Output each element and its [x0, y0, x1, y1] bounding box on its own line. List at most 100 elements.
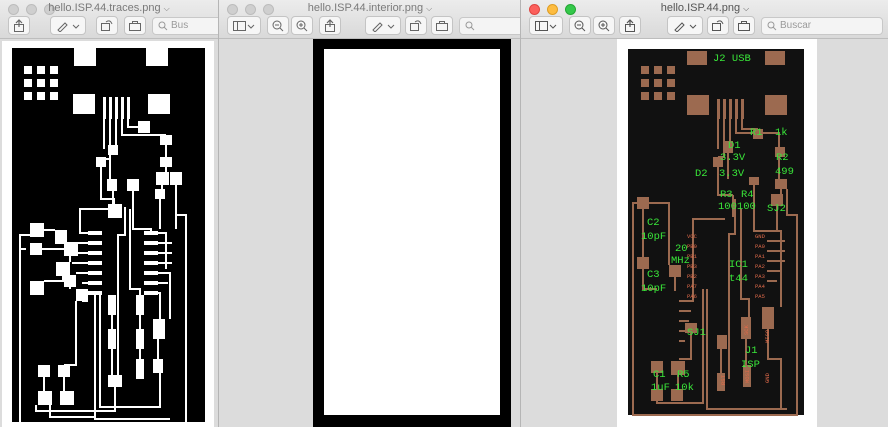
- search-icon: [465, 21, 475, 31]
- label-r1-value: 1k: [775, 127, 788, 139]
- label-c1: C1: [653, 369, 666, 381]
- search-input[interactable]: Bus: [152, 17, 218, 35]
- pin-label: VCC: [687, 233, 698, 240]
- label-r3-r4-value: 100100: [718, 201, 756, 213]
- label-ic1: IC1: [729, 259, 748, 271]
- zoom-in-icon: [296, 20, 308, 31]
- label-sj2: SJ2: [767, 203, 786, 215]
- image-area: [0, 39, 218, 427]
- label-d1: D1: [728, 140, 741, 152]
- share-button[interactable]: [319, 16, 341, 35]
- window-title[interactable]: hello.ISP.44.traces.png ⌵: [0, 2, 218, 14]
- pin-label: PB2: [687, 273, 697, 280]
- pin-label: MISO: [764, 329, 771, 343]
- pin-label: PA7: [687, 283, 697, 290]
- label-crystal: 20: [675, 243, 688, 255]
- toolbox-icon: [436, 20, 448, 31]
- label-c1-value: 1uF: [651, 382, 670, 394]
- sidebar-button[interactable]: [529, 16, 563, 35]
- label-j1-value: ISP: [741, 359, 760, 371]
- share-icon: [625, 19, 635, 32]
- titlebar: hello.ISP.44.traces.png ⌵ Bus: [0, 0, 218, 39]
- pin-label: PA2: [755, 263, 765, 270]
- rotate-button[interactable]: [707, 16, 729, 35]
- label-r4: R4: [741, 189, 754, 201]
- pin-label: SCK: [743, 324, 750, 335]
- zoom-in-icon: [598, 20, 610, 31]
- titlebar: hello.ISP.44.png ⌵ Buscar: [521, 0, 888, 39]
- label-ic1-value: t44: [729, 273, 748, 285]
- markup-button[interactable]: [365, 16, 401, 35]
- label-d1-value: 3.3V: [720, 152, 746, 164]
- zoom-out-button[interactable]: [267, 16, 289, 35]
- label-d2-value: 3.3V: [719, 168, 745, 180]
- interior-image: [313, 39, 511, 427]
- pin-label: RST: [720, 374, 727, 385]
- label-r5: R5: [677, 369, 690, 381]
- label-c2-value: 10pF: [641, 231, 666, 243]
- share-icon: [14, 19, 24, 32]
- zoom-out-button[interactable]: [569, 16, 591, 35]
- label-r1: R1: [750, 127, 763, 139]
- pin-label: PA4: [755, 283, 766, 290]
- zoom-out-icon: [272, 20, 284, 31]
- markup-button[interactable]: [667, 16, 703, 35]
- image-area: VCC PB0 PB1 PB3 PB2 PA7 PA6 GND PA0 PA1 …: [521, 39, 888, 427]
- toolbox-button[interactable]: [431, 16, 453, 35]
- pin-label: PA6: [687, 293, 697, 300]
- window-title[interactable]: hello.ISP.44.png ⌵: [521, 2, 888, 14]
- pen-icon: [57, 21, 80, 32]
- sidebar-icon: [535, 20, 557, 31]
- share-button[interactable]: [619, 16, 641, 35]
- label-c3: C3: [647, 269, 660, 281]
- search-input[interactable]: [459, 17, 521, 35]
- pin-label: PA0: [755, 243, 765, 250]
- share-button[interactable]: [8, 16, 30, 35]
- search-input[interactable]: Buscar: [761, 17, 883, 35]
- rotate-icon: [712, 20, 724, 31]
- search-icon: [767, 21, 777, 31]
- rotate-button[interactable]: [405, 16, 427, 35]
- pin-label: PA5: [755, 293, 765, 300]
- pen-icon: [674, 21, 697, 32]
- pin-label: PA1: [755, 253, 766, 260]
- preview-window-traces: hello.ISP.44.traces.png ⌵ Bus: [0, 0, 218, 427]
- pen-icon: [372, 21, 395, 32]
- label-r2: R2: [776, 152, 789, 164]
- rotate-icon: [101, 20, 113, 31]
- label-r5-value: 10k: [675, 382, 694, 394]
- label-sj1: SJ1: [687, 327, 706, 339]
- pin-label: PB0: [687, 243, 697, 250]
- label-j2: J2 USB: [713, 53, 751, 65]
- zoom-in-button[interactable]: [593, 16, 615, 35]
- label-crystal-value: MHz: [671, 255, 690, 267]
- traces-image: [2, 41, 214, 427]
- search-icon: [158, 21, 168, 31]
- label-c2: C2: [647, 217, 660, 229]
- label-r2-value: 499: [775, 166, 794, 178]
- preview-window-composite: hello.ISP.44.png ⌵ Buscar VCC PB0 PB1 PB…: [520, 0, 888, 427]
- rotate-icon: [410, 20, 422, 31]
- toolbox-icon: [129, 20, 141, 31]
- label-c3-value: 10pF: [641, 283, 666, 295]
- label-j1: J1: [745, 345, 758, 357]
- pin-label: GND: [764, 372, 771, 383]
- toolbox-button[interactable]: [124, 16, 146, 35]
- toolbox-button[interactable]: [733, 16, 755, 35]
- sidebar-icon: [233, 20, 255, 31]
- pin-label: MOSI: [744, 370, 751, 383]
- share-icon: [325, 19, 335, 32]
- pin-label: GND: [755, 233, 766, 240]
- toolbox-icon: [738, 20, 750, 31]
- zoom-in-button[interactable]: [291, 16, 313, 35]
- markup-button[interactable]: [50, 16, 86, 35]
- preview-window-interior: hello.ISP.44.interior.png ⌵: [218, 0, 521, 427]
- titlebar: hello.ISP.44.interior.png ⌵: [219, 0, 521, 39]
- composite-image: VCC PB0 PB1 PB3 PB2 PA7 PA6 GND PA0 PA1 …: [617, 39, 817, 427]
- label-r3: R3: [720, 189, 733, 201]
- sidebar-button[interactable]: [227, 16, 261, 35]
- image-area: [219, 39, 521, 427]
- rotate-button[interactable]: [96, 16, 118, 35]
- zoom-out-icon: [574, 20, 586, 31]
- window-title[interactable]: hello.ISP.44.interior.png ⌵: [219, 2, 521, 14]
